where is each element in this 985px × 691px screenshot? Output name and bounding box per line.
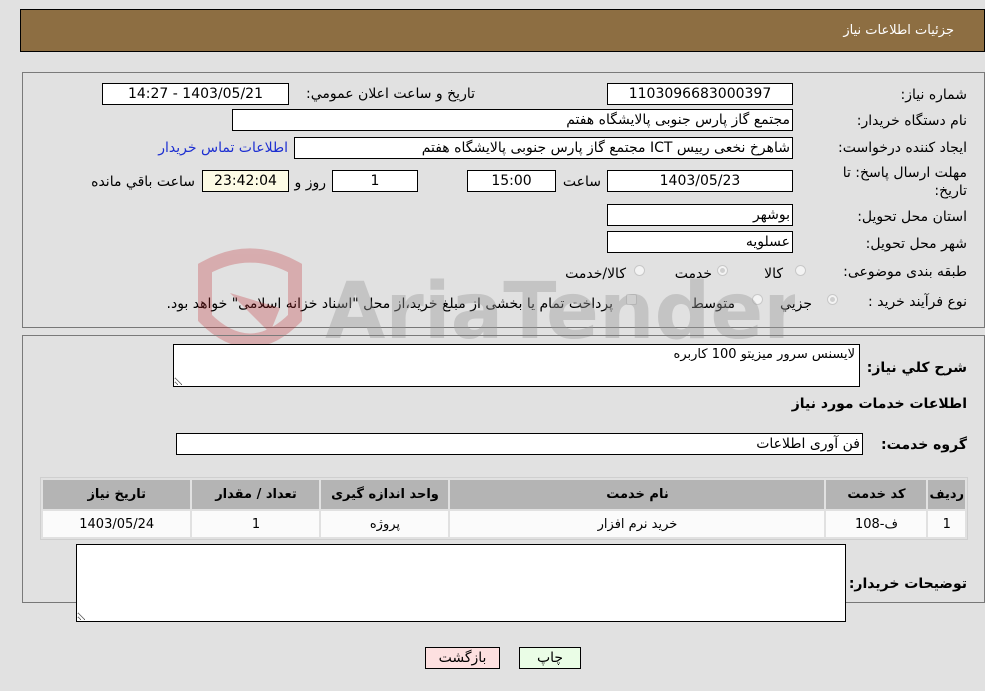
announce-label: تاریخ و ساعت اعلان عمومي: [306,86,475,102]
province-label: استان محل تحویل: [857,209,967,225]
deadline-date-field[interactable]: 1403/05/23 [607,170,793,192]
col-unit: واحد اندازه گیری [321,480,449,509]
need-number-label: شماره نیاز: [900,87,968,103]
service-group-label: گروه خدمت: [881,437,967,453]
services-table: رديف کد خدمت نام خدمت واحد اندازه گیری ت… [40,477,968,540]
announce-datetime-field[interactable]: 1403/05/21 - 14:27 [102,83,289,105]
buyer-org-field[interactable]: مجتمع گاز پارس جنوبی پالایشگاه هفتم [232,109,793,131]
page-title: جزئیات اطلاعات نیاز [843,23,954,38]
col-quantity: تعداد / مقدار [192,480,320,509]
treasury-checkbox[interactable] [626,294,637,305]
creator-label: ایجاد کننده درخواست: [838,140,967,156]
process-radio-medium[interactable] [752,294,763,305]
category-option-goods: کالا [764,266,783,282]
services-heading: اطلاعات خدمات مورد نياز [791,396,967,412]
city-label: شهر محل تحویل: [865,236,967,252]
category-radio-goods-service[interactable] [634,265,645,276]
process-label: نوع فرآیند خرید : [868,294,967,310]
cell-service-code: ف-108 [826,511,927,537]
days-remaining-field[interactable]: 1 [332,170,418,192]
buyer-notes-label: توضیحات خریدار: [848,576,967,592]
process-radio-minor[interactable] [827,294,838,305]
process-option-medium: متوسط [691,296,735,312]
col-service-code: کد خدمت [826,480,927,509]
cell-service-name: خرید نرم افزار [450,511,825,537]
col-need-date: تاریخ نیاز [43,480,191,509]
deadline-time-field[interactable]: 15:00 [467,170,556,192]
category-radio-service[interactable] [717,265,728,276]
buyer-notes-textarea[interactable] [76,544,846,622]
back-button[interactable]: بازگشت [425,647,500,669]
deadline-label-line2: تاریخ: [934,183,967,199]
category-label: طبقه بندی موضوعی: [843,264,967,280]
need-number-field[interactable]: 1103096683000397 [607,83,793,105]
cell-unit: پروژه [321,511,449,537]
col-row-number: رديف [928,480,965,509]
cell-row-number: 1 [928,511,965,537]
page-header: جزئیات اطلاعات نیاز [20,9,985,52]
creator-field[interactable]: شاهرخ نخعی رییس ICT مجتمع گاز پارس جنوبی… [294,137,793,159]
process-option-minor: جزيي [780,296,812,312]
days-label: روز و [294,175,327,191]
cell-quantity: 1 [192,511,320,537]
time-remaining-label: ساعت باقي مانده [91,174,195,190]
table-row: 1 ف-108 خرید نرم افزار پروژه 1 1403/05/2… [43,511,965,537]
treasury-note: پرداخت تمام یا بخشی از مبلغ خرید،از محل … [166,296,613,312]
summary-textarea[interactable]: لایسنس سرور میزیتو 100 کاربره [173,344,860,387]
category-option-service: خدمت [674,266,712,282]
category-radio-goods[interactable] [795,265,806,276]
summary-label: شرح كلي نياز: [866,360,967,376]
service-group-field[interactable]: فن آوری اطلاعات [176,433,863,455]
time-remaining-field[interactable]: 23:42:04 [202,170,289,192]
table-header-row: رديف کد خدمت نام خدمت واحد اندازه گیری ت… [43,480,965,509]
cell-need-date: 1403/05/24 [43,511,191,537]
deadline-label-line1: مهلت ارسال پاسخ: تا [842,165,967,181]
city-field[interactable]: عسلویه [607,231,793,253]
province-field[interactable]: بوشهر [607,204,793,226]
buyer-org-label: نام دستگاه خریدار: [856,113,967,129]
deadline-time-label: ساعت [562,174,601,190]
category-option-goods-service: کالا/خدمت [565,266,626,282]
print-button[interactable]: چاپ [519,647,581,669]
buyer-contact-link[interactable]: اطلاعات تماس خریدار [158,140,288,156]
col-service-name: نام خدمت [450,480,825,509]
